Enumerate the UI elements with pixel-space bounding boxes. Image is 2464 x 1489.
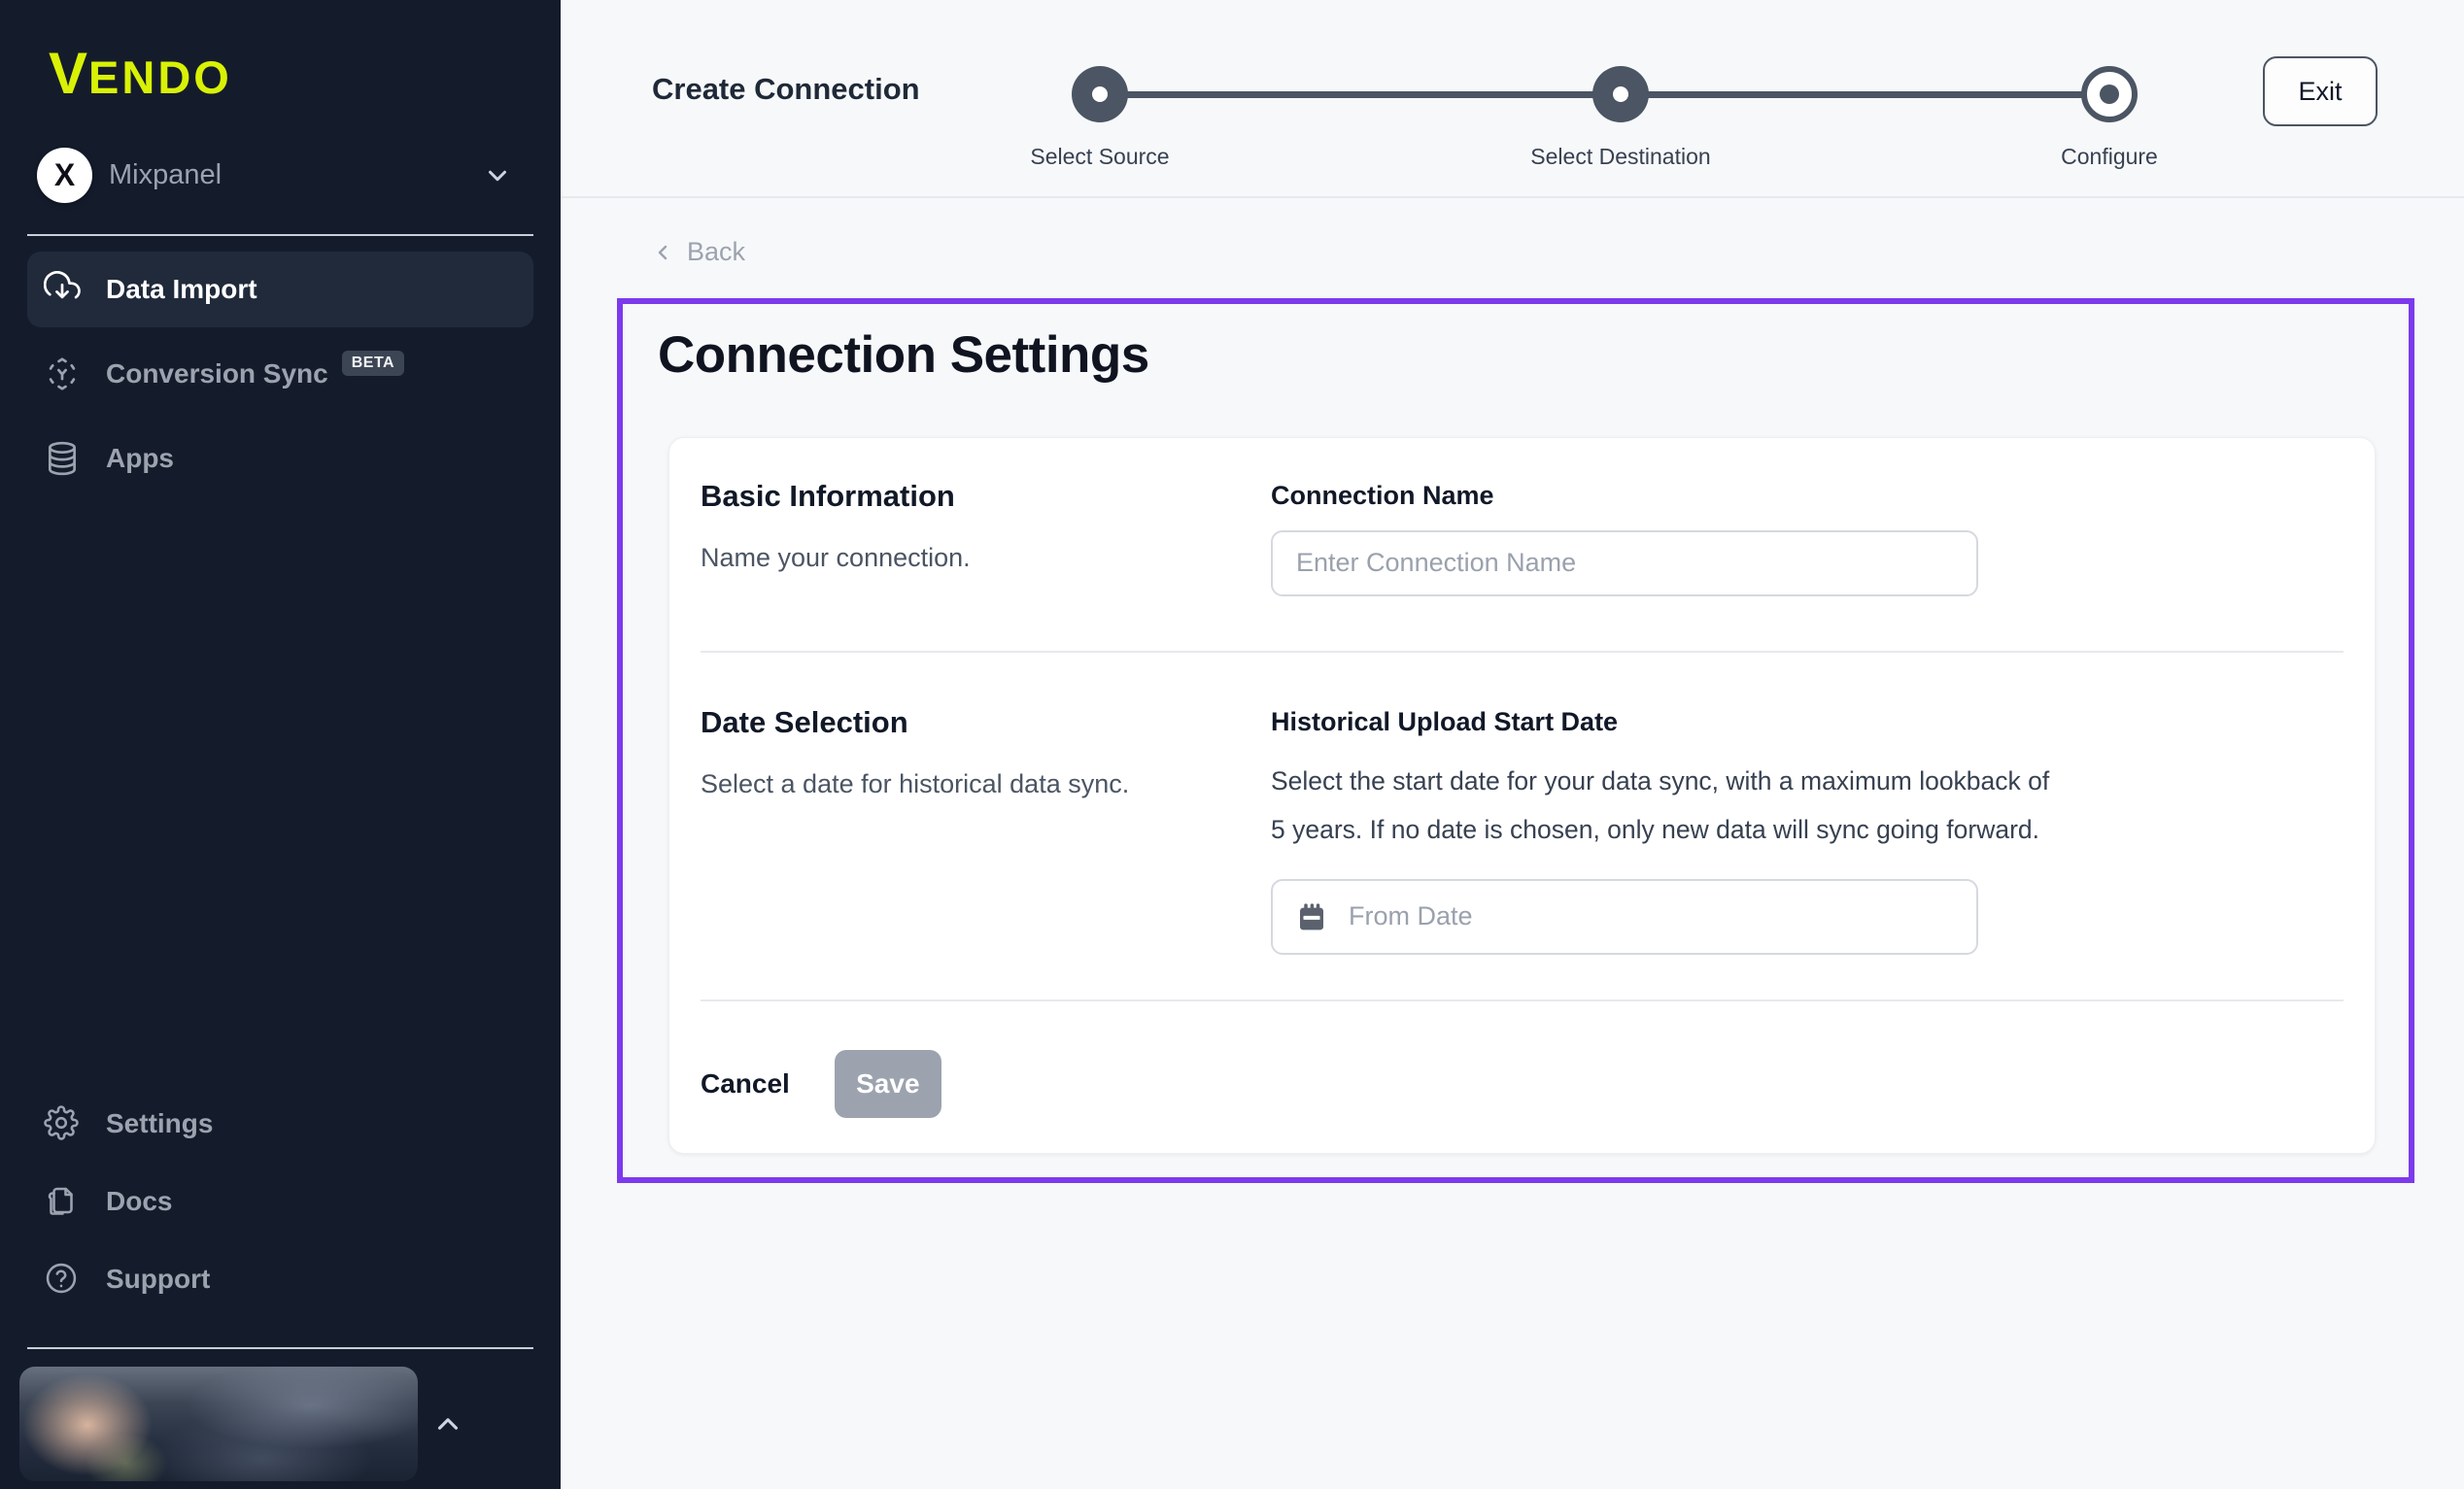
step-node-select-destination[interactable] <box>1592 66 1649 122</box>
beta-badge: BETA <box>342 351 404 376</box>
user-profile-blurred[interactable] <box>19 1367 418 1481</box>
cloud-download-icon <box>44 271 81 308</box>
sidebar-item-label: Apps <box>106 443 174 474</box>
database-icon <box>44 440 81 477</box>
section-subtitle: Name your connection. <box>701 543 1271 573</box>
sidebar-item-conversion-sync[interactable]: Conversion Sync BETA <box>27 336 533 412</box>
workspace-name: Mixpanel <box>109 159 222 191</box>
date-selection-intro: Date Selection Select a date for histori… <box>701 705 1271 955</box>
connection-settings-highlight-box: Connection Settings Basic Information Na… <box>617 298 2414 1183</box>
workspace-selector[interactable]: X Mixpanel <box>37 148 512 203</box>
main-content: Create Connection Select Source Select D… <box>561 0 2464 1489</box>
sidebar-nav: Data Import Conversion Sync BETA Apps <box>0 252 561 496</box>
basic-information-fields: Connection Name <box>1271 479 2344 596</box>
connection-name-input[interactable] <box>1271 530 1978 596</box>
chevron-up-icon[interactable] <box>431 1407 464 1440</box>
sidebar-divider-top <box>27 234 533 236</box>
sidebar-item-label: Settings <box>106 1108 213 1139</box>
date-selection-fields: Historical Upload Start Date Select the … <box>1271 705 2344 955</box>
from-date-input[interactable] <box>1271 879 1978 955</box>
back-link[interactable]: Back <box>652 237 745 267</box>
sidebar-item-label: Support <box>106 1264 210 1295</box>
user-profile-row <box>19 1367 561 1481</box>
section-subtitle: Select a date for historical data sync. <box>701 769 1271 799</box>
gear-icon <box>44 1105 81 1142</box>
sidebar: VENDO X Mixpanel Data Import Conversion … <box>0 0 561 1489</box>
step-connector-1 <box>1100 91 1621 98</box>
sidebar-item-data-import[interactable]: Data Import <box>27 252 533 327</box>
docs-copy-icon <box>44 1183 81 1220</box>
calendar-icon <box>1296 901 1327 932</box>
step-label-configure: Configure <box>1915 144 2304 170</box>
cancel-button[interactable]: Cancel <box>701 1068 790 1100</box>
app-root: VENDO X Mixpanel Data Import Conversion … <box>0 0 2464 1489</box>
sidebar-item-settings[interactable]: Settings <box>27 1085 533 1163</box>
step-label-select-destination: Select Destination <box>1426 144 1815 170</box>
question-circle-icon <box>44 1261 81 1298</box>
sidebar-item-label: Data Import <box>106 274 257 305</box>
vendo-logo: VENDO <box>0 0 561 103</box>
chevron-down-icon <box>483 161 512 190</box>
page-title: Connection Settings <box>658 325 2409 385</box>
logo-letter-v: V <box>49 41 88 106</box>
from-date-field <box>1271 879 1978 955</box>
date-help-text: Select the start date for your data sync… <box>1271 757 2068 854</box>
sidebar-item-support[interactable]: Support <box>27 1240 533 1318</box>
sidebar-item-apps[interactable]: Apps <box>27 421 533 496</box>
form-actions: Cancel Save <box>701 1001 2344 1118</box>
chevron-left-icon <box>652 241 675 264</box>
mixpanel-x-icon: X <box>37 148 92 203</box>
sync-axis-icon <box>44 355 81 392</box>
back-link-label: Back <box>687 237 745 267</box>
basic-information-section: Basic Information Name your connection. … <box>701 479 2344 651</box>
step-node-configure[interactable] <box>2081 66 2138 122</box>
connection-name-label: Connection Name <box>1271 481 2344 511</box>
step-connector-2 <box>1621 91 2109 98</box>
save-button[interactable]: Save <box>835 1050 941 1118</box>
wizard-title: Create Connection <box>652 72 920 107</box>
sidebar-divider-bottom <box>27 1347 533 1349</box>
sidebar-item-label: Conversion Sync <box>106 358 328 389</box>
logo-rest: ENDO <box>88 51 232 103</box>
exit-button[interactable]: Exit <box>2263 56 2378 126</box>
step-node-select-source[interactable] <box>1072 66 1128 122</box>
historical-upload-start-date-label: Historical Upload Start Date <box>1271 707 2344 737</box>
date-selection-section: Date Selection Select a date for histori… <box>701 653 2344 999</box>
step-label-select-source: Select Source <box>906 144 1294 170</box>
sidebar-item-label: Docs <box>106 1186 172 1217</box>
basic-information-intro: Basic Information Name your connection. <box>701 479 1271 596</box>
wizard-header: Create Connection Select Source Select D… <box>561 0 2464 198</box>
section-title: Date Selection <box>701 705 1271 740</box>
connection-settings-card: Basic Information Name your connection. … <box>668 437 2376 1154</box>
section-title: Basic Information <box>701 479 1271 514</box>
sidebar-footer: Settings Docs Support <box>0 1085 561 1481</box>
sidebar-item-docs[interactable]: Docs <box>27 1163 533 1240</box>
